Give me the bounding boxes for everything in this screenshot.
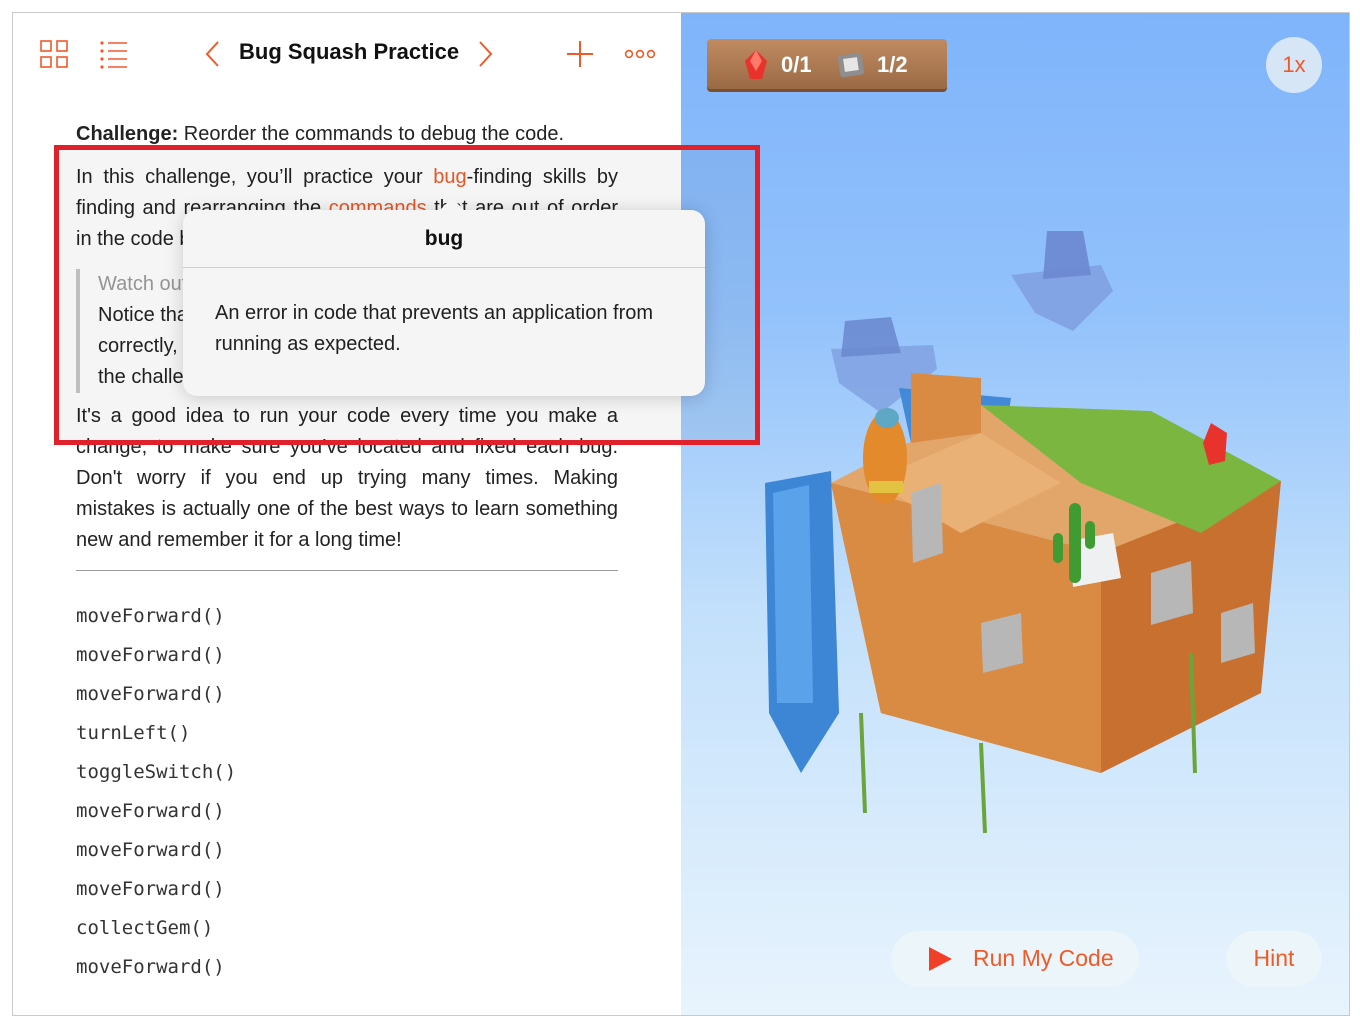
code-line[interactable]: moveForward(): [76, 675, 618, 714]
divider: [76, 570, 618, 571]
code-line[interactable]: collectGem(): [76, 909, 618, 948]
challenge-text: Reorder the commands to debug the code.: [178, 123, 565, 145]
code-line[interactable]: toggleSwitch(): [76, 753, 618, 792]
challenge-line: Challenge: Reorder the commands to debug…: [76, 119, 618, 150]
popover-arrow: [439, 198, 465, 211]
character-byte: [863, 408, 907, 504]
chevron-right-icon[interactable]: [469, 39, 499, 69]
hint-button[interactable]: Hint: [1226, 931, 1322, 987]
run-my-code-button[interactable]: Run My Code: [891, 931, 1139, 987]
code-editor[interactable]: moveForward() moveForward() moveForward(…: [76, 597, 618, 987]
tip-paragraph: It's a good idea to run your code every …: [76, 405, 618, 551]
hint-label: Hint: [1253, 945, 1295, 971]
instructions-pane: Bug Squash Practice Challenge: Reorder t…: [13, 13, 681, 1015]
chevron-left-icon[interactable]: [199, 39, 229, 69]
puzzle-world-scene: [765, 231, 1281, 834]
page-title: Bug Squash Practice: [239, 39, 460, 64]
code-line[interactable]: moveForward(): [76, 831, 618, 870]
code-line[interactable]: moveForward(): [76, 597, 618, 636]
toolbar: Bug Squash Practice: [13, 13, 681, 97]
live-view: 0/1 1/2 1x Run My Code Hint: [681, 13, 1349, 1015]
code-line[interactable]: moveForward(): [76, 870, 618, 909]
code-line[interactable]: moveForward(): [76, 792, 618, 831]
more-icon[interactable]: [624, 39, 656, 69]
popover-title: bug: [183, 210, 705, 268]
list-icon[interactable]: [99, 39, 129, 69]
code-line[interactable]: moveForward(): [76, 948, 618, 987]
glossary-popover: bug An error in code that prevents an ap…: [183, 198, 705, 396]
glossary-link-bug[interactable]: bug: [433, 166, 466, 188]
grid-icon[interactable]: [39, 39, 69, 69]
code-line[interactable]: turnLeft(): [76, 714, 618, 753]
play-icon: [929, 947, 952, 971]
code-line[interactable]: moveForward(): [76, 636, 618, 675]
app-window: Bug Squash Practice Challenge: Reorder t…: [12, 12, 1350, 1016]
popover-definition: An error in code that prevents an applic…: [215, 302, 654, 355]
add-icon[interactable]: [565, 39, 595, 69]
run-my-code-label: Run My Code: [973, 945, 1114, 971]
floating-island-far: [1011, 231, 1113, 331]
challenge-label: Challenge:: [76, 123, 179, 145]
intro-text: In this challenge, you’ll practice your: [76, 166, 434, 188]
